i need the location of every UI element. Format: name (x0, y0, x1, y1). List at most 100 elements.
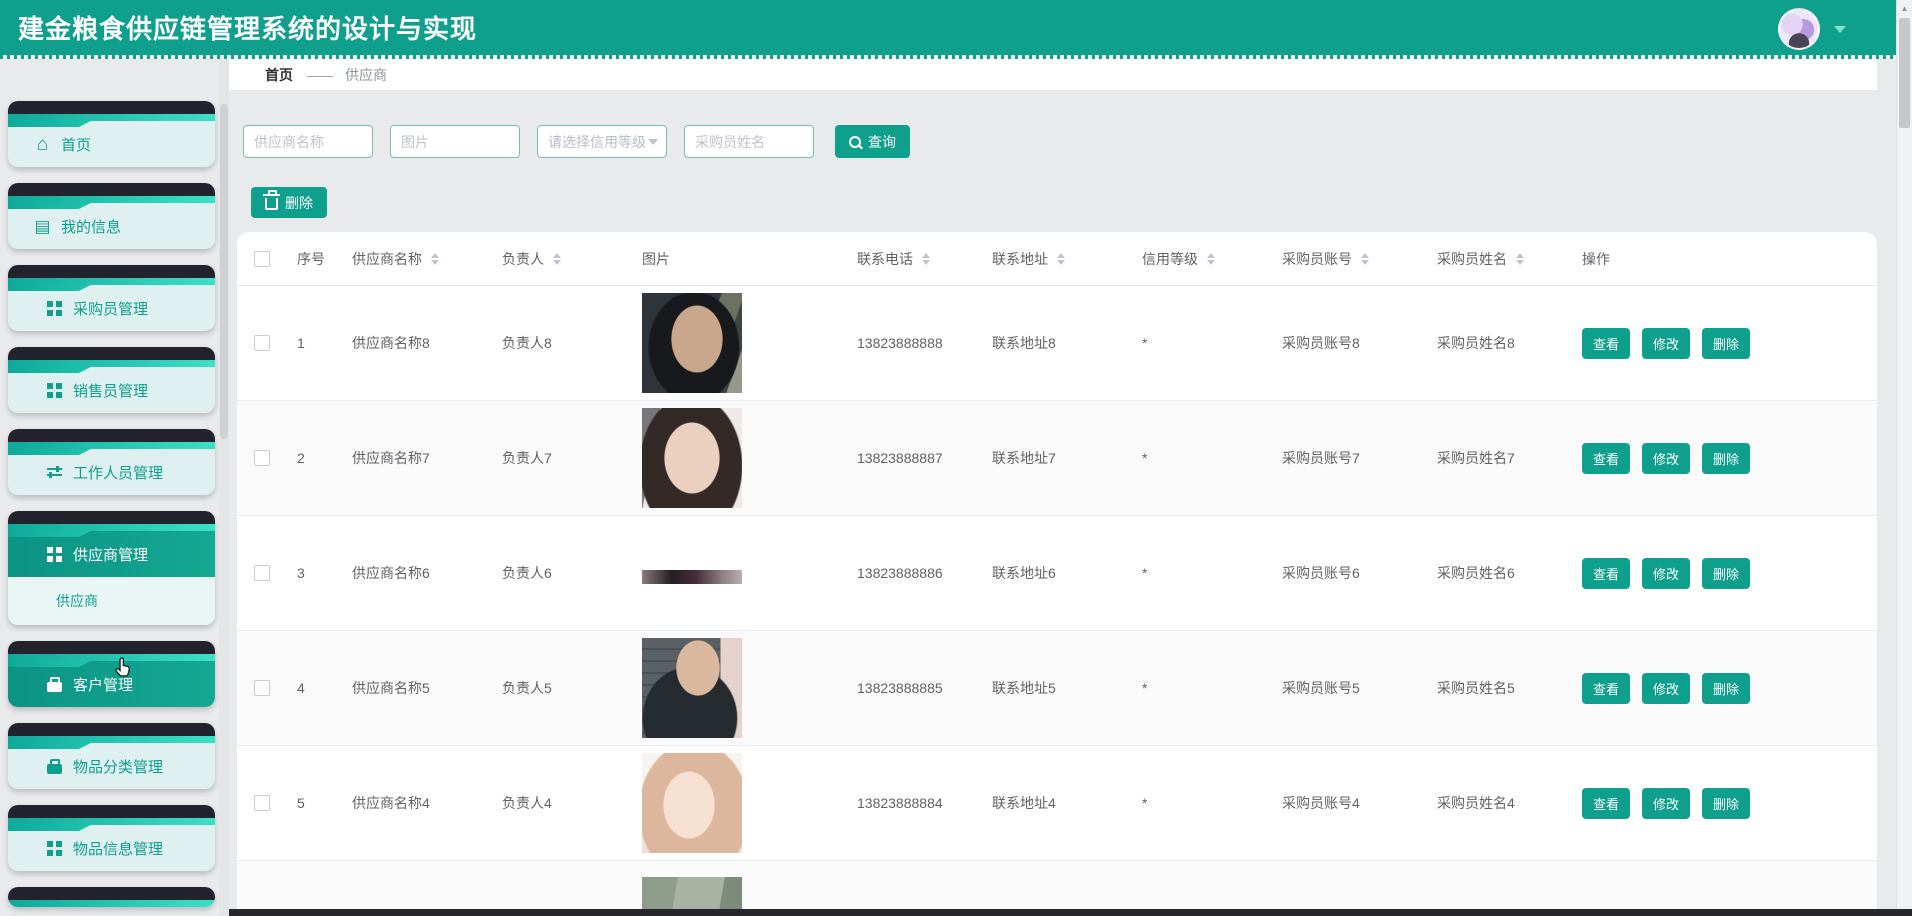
delete-row-button[interactable]: 删除 (1702, 327, 1751, 359)
edit-button[interactable]: 修改 (1642, 327, 1691, 359)
avatar[interactable] (1778, 8, 1820, 50)
manager-name: 负责人5 (502, 680, 552, 696)
supplier-name-input[interactable] (243, 125, 373, 158)
buyer-name-input[interactable] (684, 125, 814, 158)
sidebar-item-首页[interactable]: ⌂ 首页 (8, 101, 215, 167)
sidebar-item-body: 客户管理 (8, 661, 215, 707)
grid-icon (46, 382, 63, 399)
buyer-account: 采购员账号7 (1282, 450, 1360, 466)
search-icon (849, 135, 861, 148)
view-button[interactable]: 查看 (1582, 672, 1631, 704)
card-top-bar (8, 429, 215, 442)
column-header-联系电话[interactable]: 联系电话 (847, 249, 982, 269)
edit-button[interactable]: 修改 (1642, 557, 1691, 589)
supplier-name: 供应商名称8 (352, 335, 430, 351)
photo-cell (637, 563, 847, 584)
column-header-采购员姓名[interactable]: 采购员姓名 (1427, 249, 1572, 269)
select-all-checkbox[interactable] (254, 250, 270, 267)
sort-icon[interactable] (431, 252, 439, 265)
chevron-down-icon[interactable] (1834, 25, 1846, 33)
view-button[interactable]: 查看 (1582, 557, 1631, 589)
sidebar-item-body: 销售员管理 (8, 367, 215, 413)
sidebar-item-供应商管理[interactable]: 供应商管理 供应商 (8, 511, 215, 625)
sidebar-item-销售员管理[interactable]: 销售员管理 (8, 347, 215, 413)
sidebar-item-我的信息[interactable]: ▤ 我的信息 (8, 183, 215, 249)
sidebar-item-客户管理[interactable]: 客户管理 (8, 641, 215, 707)
edit-button[interactable]: 修改 (1642, 442, 1691, 474)
table-row: 4 供应商名称5 负责人5 13823888885 联系地址5 * 采购员账号5 采购员姓名5… (237, 631, 1877, 746)
delete-button-label: 删除 (285, 194, 313, 211)
credit-level: * (1142, 450, 1148, 466)
buyer-name: 采购员姓名8 (1437, 335, 1515, 351)
sort-icon[interactable] (1057, 252, 1065, 265)
sort-icon[interactable] (1516, 252, 1524, 265)
photo-cell (637, 293, 847, 393)
sidebar-scrollbar-thumb[interactable] (220, 104, 228, 439)
delete-row-button[interactable]: 删除 (1702, 442, 1751, 474)
app-header: 建金粮食供应链管理系统的设计与实现 (0, 0, 1912, 55)
sidebar-scrollbar[interactable] (219, 59, 229, 916)
buyer-account: 采购员账号6 (1282, 565, 1360, 581)
row-checkbox[interactable] (254, 680, 270, 696)
column-header-供应商名称[interactable]: 供应商名称 (342, 249, 492, 269)
sidebar-item-工作人员管理[interactable]: 工作人员管理 (8, 429, 215, 495)
column-header-label: 图片 (642, 250, 670, 267)
filter-bar: 请选择信用等级 查询 (243, 125, 1897, 158)
row-checkbox[interactable] (254, 795, 270, 811)
credit-level-select[interactable]: 请选择信用等级 (537, 125, 667, 158)
contact-address: 联系地址8 (992, 335, 1056, 351)
card-top-bar (8, 347, 215, 360)
row-checkbox[interactable] (254, 565, 270, 581)
column-header-联系地址[interactable]: 联系地址 (982, 249, 1132, 269)
table-row: 3 供应商名称6 负责人6 13823888886 联系地址6 * 采购员账号6 采购员姓名6… (237, 516, 1877, 631)
bag-icon (46, 676, 63, 693)
sidebar-item-label: 采购员管理 (73, 300, 149, 318)
supplier-name: 供应商名称5 (352, 680, 430, 696)
sidebar-item-label: 供应商管理 (73, 546, 149, 564)
image-input[interactable] (390, 125, 520, 158)
table-body: 1 供应商名称8 负责人8 13823888888 联系地址8 * 采购员账号8 采购员姓名8… (237, 286, 1877, 916)
card-accent-strip (8, 900, 215, 907)
row-checkbox[interactable] (254, 335, 270, 351)
edit-button[interactable]: 修改 (1642, 787, 1691, 819)
sort-icon[interactable] (1207, 252, 1215, 265)
window-scrollbar[interactable]: ▲ (1896, 0, 1912, 916)
window-scrollbar-thumb[interactable] (1899, 18, 1910, 128)
card-top-bar (8, 183, 215, 196)
sort-icon[interactable] (1361, 252, 1369, 265)
edit-button[interactable]: 修改 (1642, 672, 1691, 704)
view-button[interactable]: 查看 (1582, 327, 1631, 359)
row-index: 3 (297, 565, 305, 581)
delete-row-button[interactable]: 删除 (1702, 672, 1751, 704)
delete-row-button[interactable]: 删除 (1702, 787, 1751, 819)
photo-cell (637, 861, 847, 916)
view-button[interactable]: 查看 (1582, 787, 1631, 819)
column-header-信用等级[interactable]: 信用等级 (1132, 249, 1272, 269)
credit-level-placeholder: 请选择信用等级 (548, 133, 646, 150)
card-accent-strip (8, 442, 215, 449)
column-header-采购员账号[interactable]: 采购员账号 (1272, 249, 1427, 269)
sidebar-item-物品信息管理[interactable]: 物品信息管理 (8, 805, 215, 871)
row-index: 4 (297, 680, 305, 696)
sidebar-item-物品分类管理[interactable]: 物品分类管理 (8, 723, 215, 789)
scrollbar-up-arrow[interactable]: ▲ (1897, 0, 1912, 16)
row-index: 2 (297, 450, 305, 466)
column-header-负责人[interactable]: 负责人 (492, 249, 637, 269)
buyer-account: 采购员账号4 (1282, 795, 1360, 811)
supplier-table-card: 序号 供应商名称 负责人 图片 联系电话 联系地址 信用等级 采购员账号 采购员姓名 操作 1 供应… (237, 232, 1877, 916)
delete-button[interactable]: 删除 (251, 187, 327, 218)
sidebar-item-采购员管理[interactable]: 采购员管理 (8, 265, 215, 331)
row-checkbox[interactable] (254, 450, 270, 466)
sidebar-item-partial[interactable] (8, 887, 215, 907)
sort-icon[interactable] (553, 252, 561, 265)
view-button[interactable]: 查看 (1582, 442, 1631, 474)
search-button[interactable]: 查询 (835, 125, 910, 158)
sliders-icon (46, 464, 63, 481)
delete-row-button[interactable]: 删除 (1702, 557, 1751, 589)
breadcrumb-current: 供应商 (345, 66, 387, 83)
row-checkbox-cell (237, 795, 287, 811)
contact-phone: 13823888886 (857, 565, 943, 581)
breadcrumb-home[interactable]: 首页 (265, 65, 293, 85)
sort-icon[interactable] (922, 252, 930, 265)
sidebar-subitem-供应商[interactable]: 供应商 (8, 577, 215, 625)
